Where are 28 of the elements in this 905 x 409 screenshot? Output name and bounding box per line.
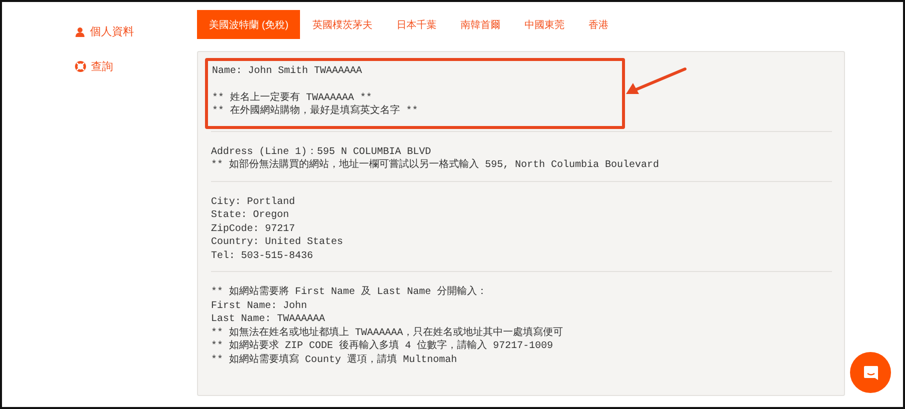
info-line: ZipCode: 97217 (211, 222, 296, 236)
tab[interactable]: 香港 (576, 10, 620, 39)
info-line: Tel: 503-515-8436 (211, 250, 314, 263)
lifebuoy-icon (75, 61, 86, 72)
info-line: City: Portland (211, 196, 296, 209)
info-line: ** 如網站需要填寫 County 選項，請填 Multnomah (211, 354, 458, 367)
info-line: ** 如網站需要將 First Name 及 Last Name 分開輸入： (211, 286, 488, 300)
info-line: Address (Line 1)：595 N COLUMBIA BLVD (211, 146, 432, 158)
info-line: ** 如無法在姓名或地址都填上 TWAAAAAA，只在姓名或地址其中一處填寫便可 (211, 326, 564, 340)
info-line: State: Oregon (211, 209, 290, 222)
tab[interactable]: 日本千葉 (384, 10, 448, 39)
chat-icon (862, 364, 878, 380)
tab[interactable]: 中國東莞 (512, 10, 576, 39)
info-line: Country: United States (211, 236, 344, 250)
info-line: ** 在外國網站購物，最好是填寫英文名字 ** (212, 105, 420, 118)
chat-button[interactable] (850, 352, 891, 393)
tab[interactable]: 南韓首爾 (448, 10, 512, 39)
info-line: ** 姓名上一定要有 TWAAAAAA ** (212, 92, 374, 104)
tab[interactable]: 英國樸茨茅夫 (300, 10, 384, 39)
person-icon (75, 26, 85, 36)
info-line: First Name: John (211, 300, 308, 313)
info-line: ** 如網站要求 ZIP CODE 後再輸入多填 4 位數字，請輸入 97217-1009 (211, 340, 554, 354)
tab[interactable]: 美國波特蘭 (免稅) (197, 10, 300, 39)
info-line: Last Name: TWAAAAAA (211, 313, 326, 326)
sidebar-link[interactable]: 個人資料 (90, 24, 134, 39)
info-line: ** 如部份無法購買的網站，地址一欄可嘗試以另一格式輸入 595, North Columbia Boulevard (211, 159, 660, 172)
info-line: Name: John Smith TWAAAAAA (212, 65, 364, 78)
sidebar-link[interactable]: 查詢 (91, 59, 113, 74)
